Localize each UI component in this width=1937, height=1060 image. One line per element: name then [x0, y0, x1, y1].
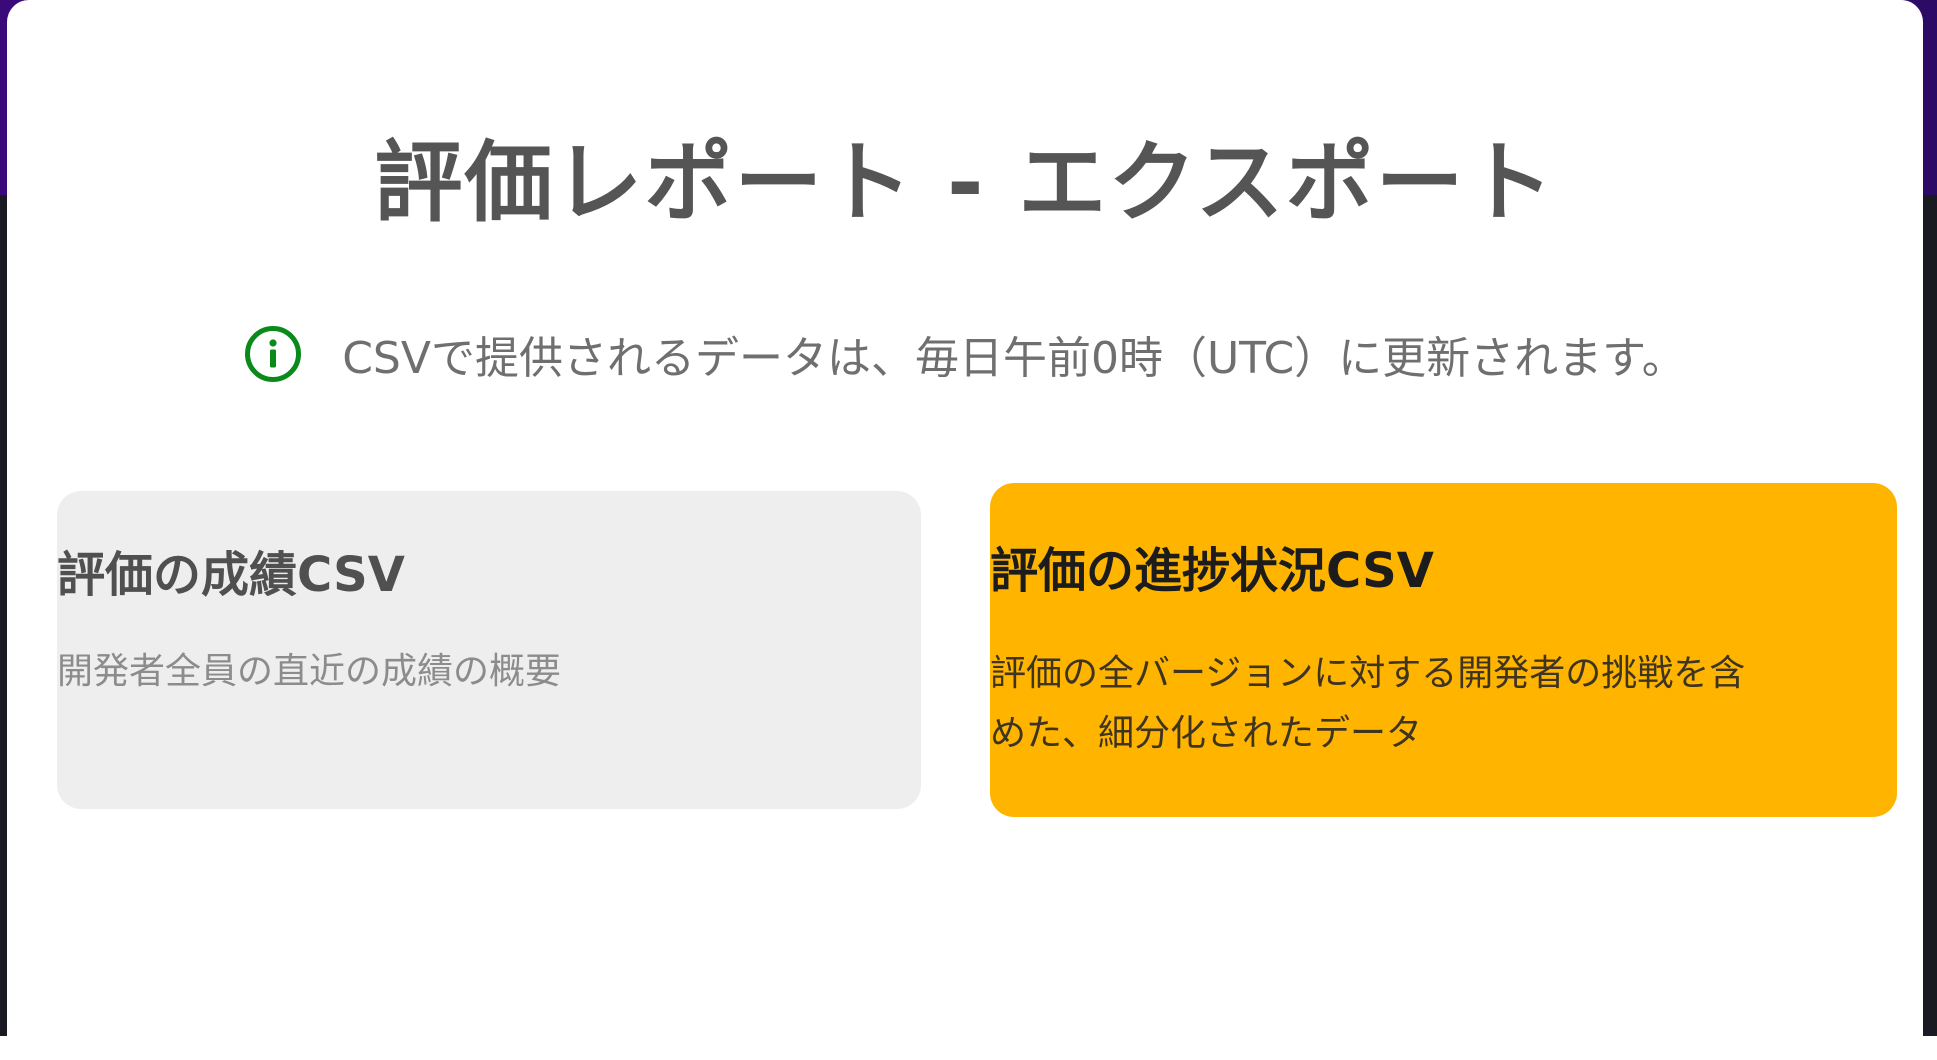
progress-csv-title: 評価の進捗状況CSV	[990, 543, 1434, 599]
export-modal: 評価レポート - エクスポート CSVで提供されるデータは、毎日午前0時（UTC…	[7, 0, 1923, 1060]
grades-csv-description: 開発者全員の直近の成績の概要	[57, 651, 562, 692]
grades-csv-title: 評価の成績CSV	[57, 547, 405, 603]
info-text: CSVで提供されるデータは、毎日午前0時（UTC）に更新されます。	[342, 333, 1686, 384]
progress-csv-description-line2: めた、細分化されたデータ	[990, 713, 1423, 754]
info-notice: CSVで提供されるデータは、毎日午前0時（UTC）に更新されます。	[7, 322, 1923, 386]
info-circle-icon	[244, 325, 302, 383]
progress-csv-description-line1: 評価の全バージョンに対する開発者の挑戦を含	[990, 653, 1746, 694]
modal-title: 評価レポート - エクスポート	[374, 131, 1556, 234]
